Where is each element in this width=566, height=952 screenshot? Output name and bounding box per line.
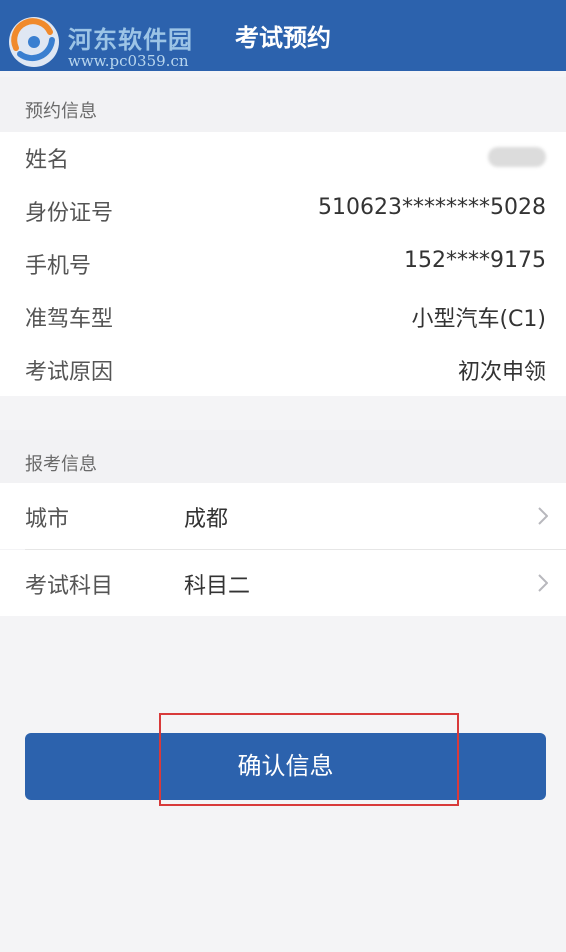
chevron-right-icon <box>538 574 548 592</box>
info-label: 姓名 <box>25 148 70 173</box>
booking-info-panel: 姓名 身份证号 510623********5028 手机号 152****91… <box>0 132 566 396</box>
section-header-exam: 报考信息 <box>0 430 566 483</box>
info-label: 手机号 <box>25 254 92 279</box>
info-value: 小型汽车(C1) <box>411 307 546 332</box>
section-title-exam: 报考信息 <box>25 454 97 475</box>
info-row-id-number: 身份证号 510623********5028 <box>0 185 566 238</box>
nav-header: 考试预约 河东软件园 www.pc0359.cn <box>0 0 566 71</box>
confirm-button-label: 确认信息 <box>237 752 334 780</box>
exam-label: 城市 <box>25 507 70 532</box>
info-label: 身份证号 <box>25 201 114 226</box>
watermark: 河东软件园 www.pc0359.cn <box>6 8 206 70</box>
exam-row-subject[interactable]: 考试科目 科目二 <box>0 550 566 616</box>
exam-label: 考试科目 <box>25 574 114 599</box>
info-row-phone: 手机号 152****9175 <box>0 238 566 291</box>
info-row-name: 姓名 <box>0 132 566 185</box>
info-value: 初次申领 <box>457 360 546 385</box>
chevron-right-icon <box>538 507 548 525</box>
exam-row-city[interactable]: 城市 成都 <box>0 483 566 549</box>
section-title-booking: 预约信息 <box>25 101 97 122</box>
info-value: 510623********5028 <box>318 195 546 220</box>
screen: 考试预约 河东软件园 www.pc0359.cn 预约信息 姓名 身份证号 51… <box>0 0 566 952</box>
watermark-url: www.pc0359.cn <box>68 52 189 70</box>
logo-icon <box>9 17 59 67</box>
info-label: 准驾车型 <box>25 307 114 332</box>
redacted-name <box>488 147 546 167</box>
exam-value: 科目二 <box>184 574 251 599</box>
info-row-vehicle-class: 准驾车型 小型汽车(C1) <box>0 291 566 344</box>
info-label: 考试原因 <box>25 360 114 385</box>
exam-value: 成都 <box>184 507 229 532</box>
section-header-booking: 预约信息 <box>0 77 566 137</box>
confirm-info-button[interactable]: 确认信息 <box>25 733 546 800</box>
info-value: 152****9175 <box>404 248 546 273</box>
info-row-exam-reason: 考试原因 初次申领 <box>0 344 566 397</box>
watermark-title: 河东软件园 <box>68 25 193 54</box>
